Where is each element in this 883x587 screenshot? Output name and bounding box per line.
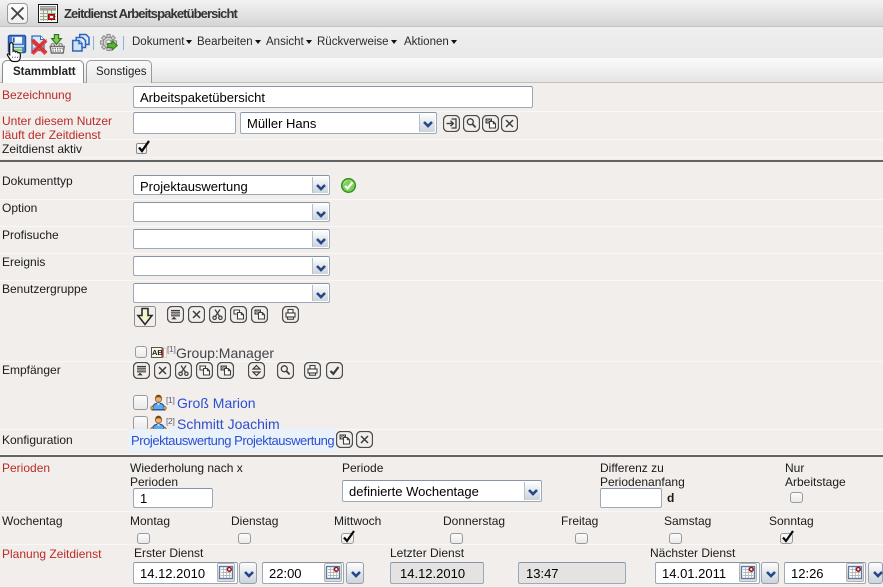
- svg-text:AB: AB: [152, 348, 163, 357]
